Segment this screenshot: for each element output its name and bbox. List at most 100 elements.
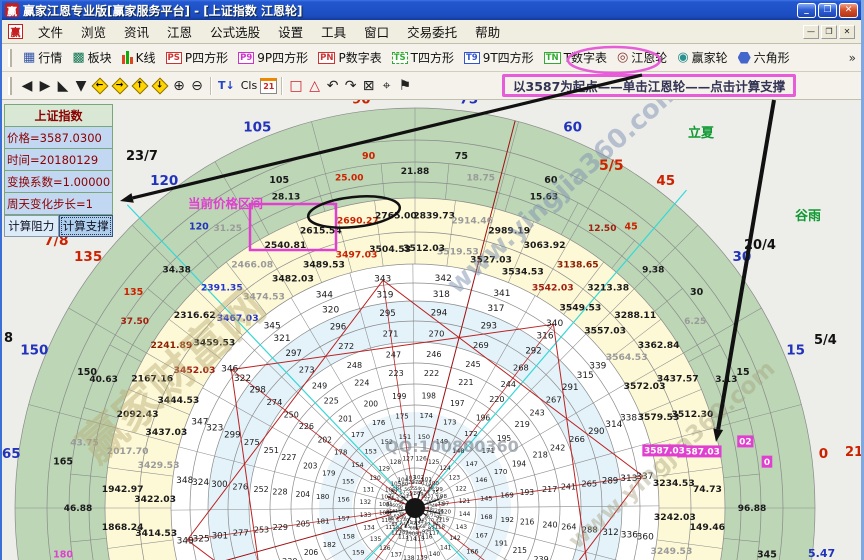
svg-text:297: 297: [286, 349, 302, 359]
svg-text:246: 246: [426, 350, 441, 359]
svg-text:46.88: 46.88: [64, 504, 92, 514]
svg-text:277: 277: [233, 527, 249, 537]
svg-text:54: 54: [415, 486, 421, 492]
svg-text:204: 204: [296, 490, 311, 499]
svg-text:140: 140: [429, 551, 441, 558]
menu-help[interactable]: 帮助: [466, 19, 509, 44]
t-square-button[interactable]: TS T四方形: [387, 46, 459, 69]
svg-text:28.13: 28.13: [272, 193, 300, 203]
svg-text:139: 139: [416, 555, 428, 560]
svg-text:344: 344: [316, 291, 333, 301]
svg-text:301: 301: [212, 531, 228, 541]
svg-text:177: 177: [351, 431, 364, 439]
menu-news[interactable]: 资讯: [115, 19, 158, 44]
mdi-restore-icon[interactable]: ❐: [821, 25, 837, 39]
panel-buttons: 计算阻力 计算支撑: [4, 215, 113, 237]
menu-formula-stockpick[interactable]: 公式选股: [201, 19, 269, 44]
cls-button[interactable]: Cls: [238, 76, 260, 96]
svg-text:18.75: 18.75: [467, 173, 495, 183]
svg-text:155: 155: [342, 477, 354, 485]
svg-text:2839.73: 2839.73: [413, 211, 455, 222]
minimize-button[interactable]: _: [797, 3, 816, 18]
menu-gann[interactable]: 江恩: [158, 19, 201, 44]
winner-wheel-button[interactable]: ◉ 赢家轮: [672, 46, 732, 69]
nav-next-icon[interactable]: ▶: [36, 76, 54, 96]
svg-text:136: 136: [379, 545, 391, 552]
svg-text:318: 318: [433, 290, 450, 300]
svg-text:40.63: 40.63: [89, 375, 117, 385]
mdi-minimize-icon[interactable]: —: [803, 25, 819, 39]
svg-text:137: 137: [391, 552, 403, 559]
svg-text:178: 178: [334, 449, 347, 457]
gann-wheel-chart[interactable]: 2526272829303132333435363738394041424344…: [2, 100, 861, 560]
nav-rotate-left-icon[interactable]: ◣: [54, 76, 72, 96]
svg-text:218: 218: [533, 451, 548, 460]
shift-up-icon[interactable]: ↑: [132, 77, 149, 94]
svg-text:37.50: 37.50: [121, 317, 149, 327]
menu-settings[interactable]: 设置: [269, 19, 312, 44]
svg-text:267: 267: [546, 395, 562, 405]
menu-trade[interactable]: 交易委托: [398, 19, 466, 44]
gann-wheel-button[interactable]: ◎ 江恩轮: [612, 46, 672, 69]
menu-browse[interactable]: 浏览: [72, 19, 115, 44]
p-table-button[interactable]: PN P数字表: [313, 46, 387, 69]
calc-support-button[interactable]: 计算支撑: [59, 215, 114, 237]
nav-rotate-down-icon[interactable]: ▼: [72, 76, 90, 96]
p-square-button[interactable]: PS P四方形: [161, 46, 234, 69]
hexagon-button[interactable]: 六角形: [733, 46, 795, 69]
nav-prev-icon[interactable]: ◀: [18, 76, 36, 96]
menu-file[interactable]: 文件: [29, 19, 72, 44]
p9-square-button[interactable]: P9 9P四方形: [233, 46, 313, 69]
svg-text:02: 02: [739, 438, 752, 448]
t9-square-button[interactable]: T9 9T四方形: [459, 46, 539, 69]
menu-window[interactable]: 窗口: [355, 19, 398, 44]
t9-square-label: 9T四方形: [483, 49, 534, 66]
crosshair-icon[interactable]: ⌖: [378, 76, 396, 96]
svg-text:215: 215: [513, 546, 528, 555]
t-square-label: T四方形: [411, 49, 454, 66]
main-toolbar: ▦ 行情 ▩ 板块 K线 PS P四方形 P9 9P四方形 PN P数字表 TS…: [2, 44, 861, 72]
svg-text:225: 225: [324, 397, 339, 406]
menu-tools[interactable]: 工具: [312, 19, 355, 44]
restore-button[interactable]: ❐: [818, 3, 837, 18]
panel-title: 上证指数: [4, 104, 113, 127]
mdi-close-icon[interactable]: ✕: [839, 25, 855, 39]
close-button[interactable]: ✕: [839, 3, 858, 18]
t-down-icon[interactable]: T↓: [215, 76, 238, 96]
svg-text:199: 199: [392, 392, 407, 401]
svg-text:108: 108: [379, 502, 390, 508]
svg-text:119: 119: [438, 518, 449, 524]
svg-text:138: 138: [403, 555, 415, 560]
p-table-label: P数字表: [338, 49, 381, 66]
title-bar[interactable]: 赢 赢家江恩专业版[赢家服务平台] - [上证指数 江恩轮] _ ❐ ✕: [2, 0, 861, 20]
flag-icon[interactable]: ⚑: [396, 76, 415, 96]
calc-resistance-button[interactable]: 计算阻力: [4, 215, 59, 237]
quotes-button[interactable]: ▦ 行情: [18, 46, 67, 69]
kline-button[interactable]: K线: [117, 46, 161, 69]
window-title: 赢家江恩专业版[赢家服务平台] - [上证指数 江恩轮]: [23, 2, 795, 19]
rect-tool-icon[interactable]: □: [286, 76, 305, 96]
sep1: [210, 77, 211, 95]
triangle-tool-icon[interactable]: △: [306, 76, 324, 96]
svg-text:341: 341: [493, 289, 510, 299]
zoom-in-icon[interactable]: ⊕: [170, 76, 188, 96]
p9-square-label: 9P四方形: [257, 49, 308, 66]
sectors-button[interactable]: ▩ 板块: [67, 46, 116, 69]
shift-right-icon[interactable]: →: [112, 77, 129, 94]
calendar-icon[interactable]: 21: [260, 78, 277, 94]
arc-ccw-icon[interactable]: ↶: [324, 76, 342, 96]
shift-down-icon[interactable]: ↓: [152, 77, 169, 94]
arc-cw-icon[interactable]: ↷: [342, 76, 360, 96]
zoom-out-icon[interactable]: ⊖: [188, 76, 206, 96]
svg-text:196: 196: [476, 413, 491, 422]
select-box-icon[interactable]: ⊠: [360, 76, 378, 96]
svg-text:158: 158: [343, 532, 355, 540]
t-table-button[interactable]: TN T数字表: [539, 46, 612, 69]
svg-text:53: 53: [420, 487, 426, 493]
svg-text:106: 106: [385, 487, 396, 493]
shift-left-icon[interactable]: ←: [92, 77, 109, 94]
svg-text:220: 220: [489, 395, 504, 404]
svg-text:128: 128: [390, 459, 402, 466]
svg-text:176: 176: [372, 419, 386, 427]
toolbar-overflow-icon[interactable]: »: [849, 51, 856, 65]
